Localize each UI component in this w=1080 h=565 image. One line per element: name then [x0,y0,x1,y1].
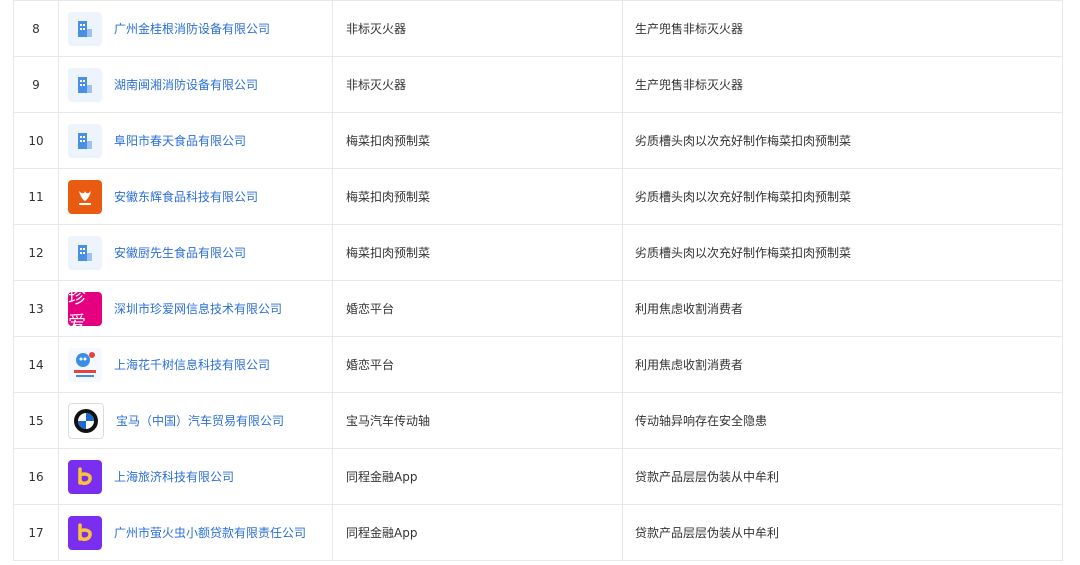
row-index: 13 [13,280,59,337]
company-link[interactable]: 阜阳市春天食品有限公司 [114,132,246,149]
product-cell: 宝马汽车传动轴 [332,392,623,449]
company-link[interactable]: 宝马（中国）汽车贸易有限公司 [116,412,284,429]
product-cell: 非标灭火器 [332,56,623,113]
table-row: 10 阜阳市春天食品有限公司 梅菜扣肉预制菜 劣质槽头肉以次充好制作梅菜扣肉预制… [13,112,1063,169]
jiayuan-logo-icon [68,347,102,382]
reason-cell: 生产兜售非标灭火器 [622,0,1063,57]
product-cell: 同程金融App [332,504,623,561]
company-table: 8 广州金桂根消防设备有限公司 非标灭火器 生产兜售非标灭火器 9 湖南闽湘消防… [13,0,1063,561]
company-link[interactable]: 安徽东辉食品科技有限公司 [114,188,258,205]
row-index: 11 [13,168,59,225]
table-row: 11 安徽东辉食品科技有限公司 梅菜扣肉预制菜 劣质槽头肉以次充好制作梅菜扣肉预… [13,168,1063,225]
reason-cell: 劣质槽头肉以次充好制作梅菜扣肉预制菜 [622,224,1063,281]
reason-cell: 贷款产品层层伪装从中牟利 [622,448,1063,505]
company-link[interactable]: 安徽厨先生食品有限公司 [114,244,246,261]
company-link[interactable]: 广州市萤火虫小额贷款有限责任公司 [114,524,306,541]
row-index: 10 [13,112,59,169]
table-row: 14 上海花千树信息科技有限公司 婚恋平台 利用焦虑收割消费者 [13,336,1063,393]
donghui-logo-icon [68,179,102,214]
reason-cell: 劣质槽头肉以次充好制作梅菜扣肉预制菜 [622,168,1063,225]
tongcheng-logo-icon [68,515,102,550]
reason-cell: 利用焦虑收割消费者 [622,336,1063,393]
reason-cell: 传动轴异响存在安全隐患 [622,392,1063,449]
company-link[interactable]: 广州金桂根消防设备有限公司 [114,20,270,37]
building-icon [68,123,102,158]
product-cell: 梅菜扣肉预制菜 [332,168,623,225]
reason-cell: 生产兜售非标灭火器 [622,56,1063,113]
row-index: 12 [13,224,59,281]
product-cell: 梅菜扣肉预制菜 [332,224,623,281]
reason-cell: 贷款产品层层伪装从中牟利 [622,504,1063,561]
building-icon [68,235,102,270]
product-cell: 非标灭火器 [332,0,623,57]
building-icon [68,67,102,102]
company-link[interactable]: 上海花千树信息科技有限公司 [114,356,270,373]
building-icon [68,11,102,46]
bmw-logo-icon [68,402,104,439]
table-row: 13 珍爱 深圳市珍爱网信息技术有限公司 婚恋平台 利用焦虑收割消费者 [13,280,1063,337]
table-row: 8 广州金桂根消防设备有限公司 非标灭火器 生产兜售非标灭火器 [13,0,1063,57]
product-cell: 婚恋平台 [332,336,623,393]
zhenai-logo-icon: 珍爱 [68,287,102,334]
row-index: 8 [13,0,59,57]
product-cell: 婚恋平台 [332,280,623,337]
tongcheng-logo-icon [68,459,102,494]
row-index: 15 [13,392,59,449]
row-index: 14 [13,336,59,393]
product-cell: 同程金融App [332,448,623,505]
table-row: 12 安徽厨先生食品有限公司 梅菜扣肉预制菜 劣质槽头肉以次充好制作梅菜扣肉预制… [13,224,1063,281]
table-row: 16 上海旅济科技有限公司 同程金融App 贷款产品层层伪装从中牟利 [13,448,1063,505]
reason-cell: 利用焦虑收割消费者 [622,280,1063,337]
table-row: 17 广州市萤火虫小额贷款有限责任公司 同程金融App 贷款产品层层伪装从中牟利 [13,504,1063,561]
company-link[interactable]: 深圳市珍爱网信息技术有限公司 [114,300,282,317]
row-index: 9 [13,56,59,113]
row-index: 16 [13,448,59,505]
table-row: 9 湖南闽湘消防设备有限公司 非标灭火器 生产兜售非标灭火器 [13,56,1063,113]
table-row: 15 宝马（中国）汽车贸易有限公司 宝马汽车传动轴 传动轴异响存在安全隐患 [13,392,1063,449]
company-link[interactable]: 湖南闽湘消防设备有限公司 [114,76,258,93]
product-cell: 梅菜扣肉预制菜 [332,112,623,169]
reason-cell: 劣质槽头肉以次充好制作梅菜扣肉预制菜 [622,112,1063,169]
row-index: 17 [13,504,59,561]
company-link[interactable]: 上海旅济科技有限公司 [114,468,234,485]
